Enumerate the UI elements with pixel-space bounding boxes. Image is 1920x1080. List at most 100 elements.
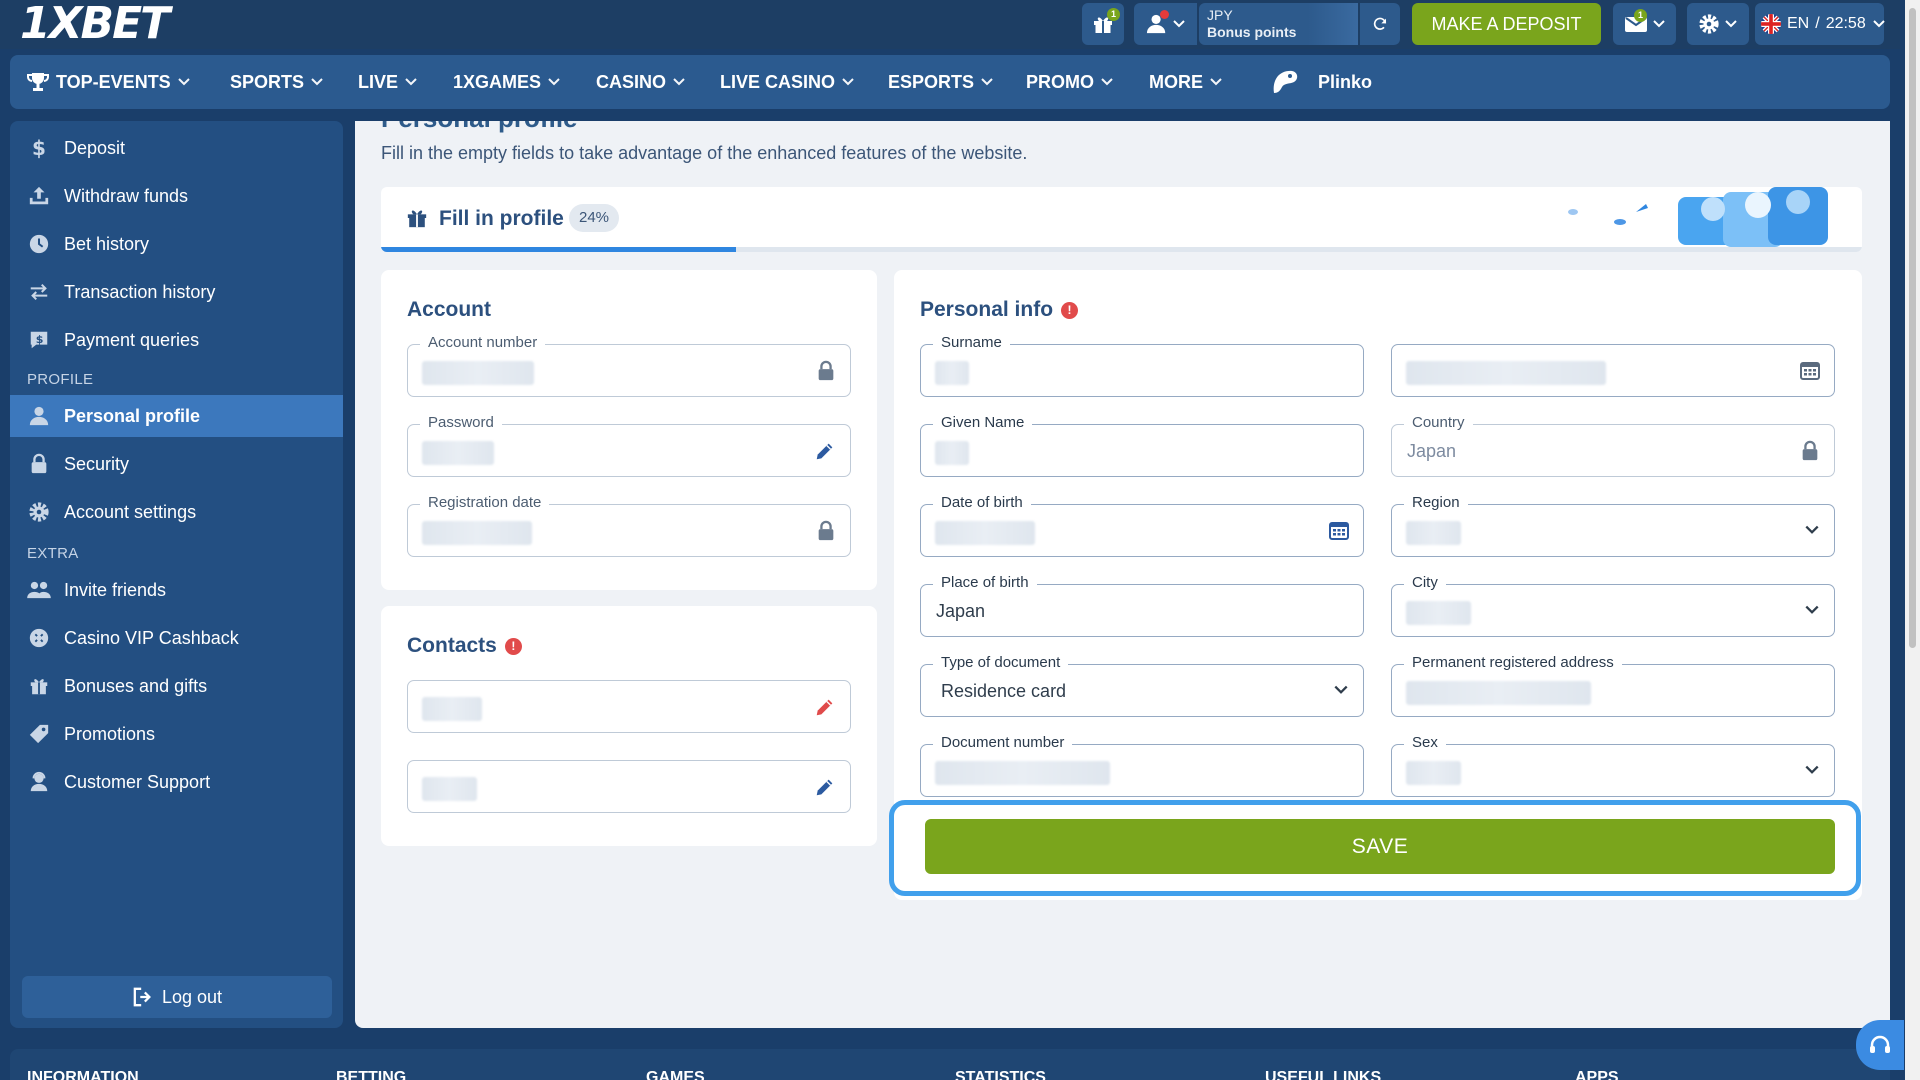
settings-button[interactable] [1687,3,1749,45]
edit-pencil-icon[interactable] [814,696,836,718]
logout-button[interactable]: Log out [22,976,332,1018]
dollar-icon: $ [26,135,52,161]
nav-live-casino[interactable]: LIVE CASINO [720,55,855,109]
chevron-down-icon [404,77,418,87]
plinko-icon [1270,67,1300,97]
account-menu-button[interactable] [1134,3,1197,45]
make-deposit-button[interactable]: MAKE A DEPOSIT [1412,3,1601,45]
edit-pencil-icon[interactable] [814,776,836,798]
sidebar-item-promotions[interactable]: Promotions [10,713,343,755]
sidebar-item-casino-vip-cashback[interactable]: Casino VIP Cashback [10,617,343,659]
sidebar-section-extra: EXTRA [27,545,79,562]
account-number-label: Account number [420,334,546,351]
registration-date-label: Registration date [420,494,550,511]
document-number-value-redacted [935,761,1110,785]
user-icon [26,403,52,429]
warning-icon: ! [1061,301,1079,319]
sidebar-item-bet-history[interactable]: Bet history [10,223,343,265]
chevron-down-icon [1872,19,1886,29]
messages-button[interactable]: 1 [1613,3,1676,45]
document-number-input[interactable]: Document number [920,734,1364,797]
footer-information[interactable]: INFORMATION [27,1069,139,1080]
email-value-redacted [422,697,482,721]
uk-flag-icon [1761,14,1781,34]
city-select[interactable]: City [1391,574,1835,637]
sidebar-item-personal-profile[interactable]: Personal profile [10,395,343,437]
footer-statistics[interactable]: STATISTICS [955,1069,1046,1080]
footer-apps[interactable]: APPS [1575,1069,1619,1080]
top-header: 1XBET 1 JPY Bonus points MAKE A DEPOSIT … [0,0,1900,49]
region-select[interactable]: Region [1391,494,1835,557]
footer-betting[interactable]: BETTING [336,1069,406,1080]
chevron-down-icon [177,77,191,87]
account-card: Account Account number Password Registra… [381,270,877,590]
contacts-title: Contacts ! [407,634,522,658]
permanent-address-input[interactable]: Permanent registered address [1391,654,1835,717]
registration-date-field: Registration date [407,494,851,557]
calendar-icon[interactable] [1329,520,1349,540]
fill-profile-percent: 24% [569,204,619,232]
account-title: Account [407,298,491,321]
account-number-field: Account number [407,334,851,397]
sex-select[interactable]: Sex [1391,734,1835,797]
language-code: EN [1787,15,1810,32]
refresh-balance-button[interactable] [1360,3,1400,45]
password-field[interactable]: Password [407,414,851,477]
balance-display[interactable]: JPY Bonus points [1199,3,1358,45]
sidebar-item-account-settings[interactable]: Account settings [10,491,343,533]
account-sidebar: $ Deposit Withdraw funds Bet history Tra… [10,121,343,1028]
support-chat-button[interactable] [1856,1020,1904,1070]
mail-count-badge: 1 [1634,9,1647,22]
refresh-icon [1372,16,1388,32]
sidebar-item-invite-friends[interactable]: Invite friends [10,569,343,611]
main-navigation: TOP-EVENTS SPORTS LIVE 1XGAMES CASINO LI… [10,55,1890,109]
brand-logo[interactable]: 1XBET [20,2,170,46]
sidebar-item-customer-support[interactable]: Customer Support [10,761,343,803]
language-time-selector[interactable]: EN / 22:58 [1755,3,1886,45]
nav-live[interactable]: LIVE [358,55,418,109]
nav-promo[interactable]: PROMO [1026,55,1114,109]
calendar-icon[interactable] [1800,360,1820,380]
nav-top-events[interactable]: TOP-EVENTS [26,55,191,109]
sidebar-item-bonuses-gifts[interactable]: Bonuses and gifts [10,665,343,707]
date-of-birth-input[interactable]: Date of birth [920,494,1364,557]
sidebar-item-security[interactable]: Security [10,443,343,485]
chevron-down-icon [1100,77,1114,87]
chevron-down-icon [1804,764,1820,776]
warning-icon: ! [504,637,522,655]
separator: / [1815,15,1820,32]
given-name-input[interactable]: Given Name [920,414,1364,477]
nav-plinko[interactable]: Plinko [1270,55,1372,109]
fill-profile-banner[interactable]: Fill in profile 24% [381,187,1862,252]
sidebar-item-withdraw[interactable]: Withdraw funds [10,175,343,217]
edit-pencil-icon[interactable] [814,440,836,462]
footer-games[interactable]: GAMES [646,1069,705,1080]
surname-input[interactable]: Surname [920,334,1364,397]
contacts-card: Contacts ! [381,606,877,846]
chevron-down-icon [1652,19,1666,29]
notification-dot [1160,10,1169,19]
footer-useful-links[interactable]: USEFUL LINKS [1265,1069,1381,1080]
chevron-down-icon [1209,77,1223,87]
chevron-down-icon [1804,604,1820,616]
save-button[interactable]: SAVE [925,819,1835,874]
scrollbar-thumb[interactable] [1909,8,1916,648]
sidebar-item-payment-queries[interactable]: $ Payment queries [10,319,343,361]
nav-1xgames[interactable]: 1XGAMES [453,55,561,109]
nav-casino[interactable]: CASINO [596,55,686,109]
sidebar-item-deposit[interactable]: $ Deposit [10,127,343,169]
email-field[interactable] [407,680,851,733]
place-of-birth-input[interactable]: Place of birth Japan [920,574,1364,637]
nav-sports[interactable]: SPORTS [230,55,324,109]
clock-icon [26,231,52,257]
chevron-down-icon [1172,19,1186,29]
sidebar-item-transaction-history[interactable]: Transaction history [10,271,343,313]
document-type-select[interactable]: Type of document Residence card [920,654,1364,717]
chevron-down-icon [547,77,561,87]
gifts-button[interactable]: 1 [1082,3,1124,45]
date-input[interactable] [1391,344,1835,397]
nav-more[interactable]: MORE [1149,55,1223,109]
phone-field[interactable] [407,760,851,813]
nav-esports[interactable]: ESPORTS [888,55,994,109]
surname-value-redacted [935,361,969,385]
